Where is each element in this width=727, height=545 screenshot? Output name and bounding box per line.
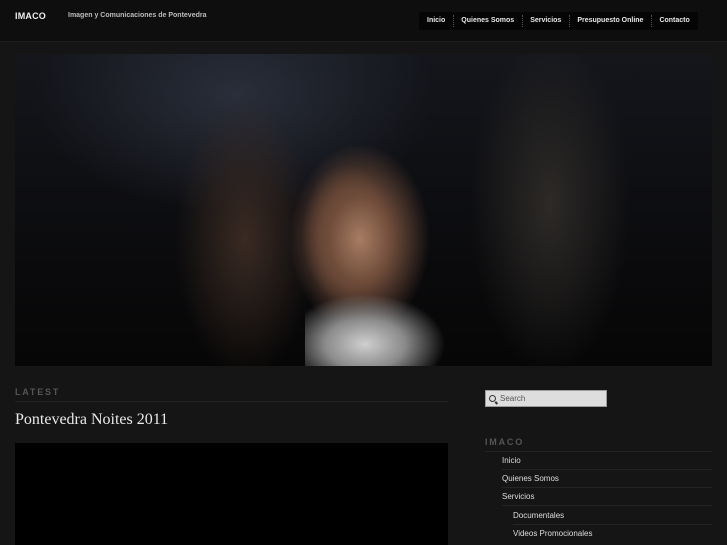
video-player[interactable]: [15, 443, 448, 545]
widget-divider: [485, 451, 712, 452]
sidebar-divider: [502, 505, 712, 506]
nav-item-presupuesto-online[interactable]: Presupuesto Online: [569, 12, 651, 30]
section-label: LATEST: [15, 387, 61, 397]
nav-item-servicios[interactable]: Servicios: [522, 12, 569, 30]
main-nav: Inicio Quienes Somos Servicios Presupues…: [419, 12, 698, 30]
sidebar-item-videos-promocionales[interactable]: Videos Promocionales: [513, 529, 592, 538]
hero-image: [15, 54, 712, 366]
sidebar-item-inicio[interactable]: Inicio: [502, 456, 521, 465]
section-divider: [15, 401, 448, 402]
search-box: [485, 390, 607, 407]
widget-title: IMACO: [485, 437, 524, 447]
nav-item-inicio[interactable]: Inicio: [419, 12, 453, 30]
top-bar: IMACO Imagen y Comunicaciones de Ponteve…: [0, 0, 727, 42]
sidebar-divider: [502, 487, 712, 488]
sidebar-item-quienes-somos[interactable]: Quienes Somos: [502, 474, 559, 483]
site-logo[interactable]: IMACO: [15, 11, 46, 21]
hero-image-detail: [305, 284, 455, 366]
site-tagline: Imagen y Comunicaciones de Pontevedra: [68, 12, 207, 19]
sidebar-item-documentales[interactable]: Documentales: [513, 511, 564, 520]
sidebar-item-servicios[interactable]: Servicios: [502, 492, 534, 501]
nav-item-quienes-somos[interactable]: Quienes Somos: [453, 12, 522, 30]
search-icon: [489, 395, 496, 402]
search-input[interactable]: [500, 394, 600, 403]
post-title[interactable]: Pontevedra Noites 2011: [15, 411, 168, 429]
nav-item-contacto[interactable]: Contacto: [651, 12, 697, 30]
sidebar-divider: [513, 524, 712, 525]
sidebar-divider: [502, 469, 712, 470]
